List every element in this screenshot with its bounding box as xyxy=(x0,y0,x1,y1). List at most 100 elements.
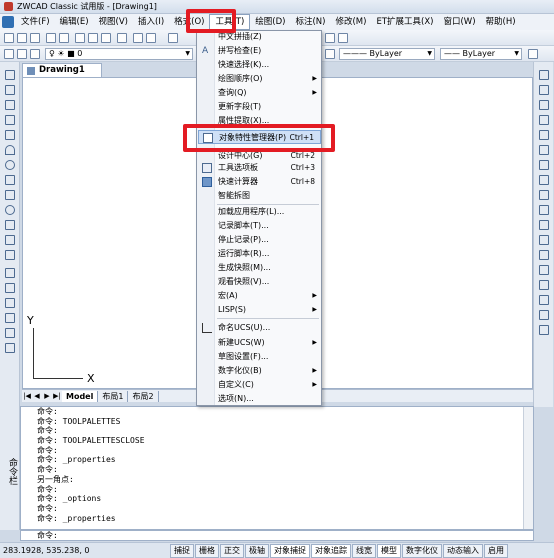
lengthen-icon[interactable] xyxy=(539,205,549,215)
cut-icon[interactable] xyxy=(75,33,85,43)
undo-dropdown-icon[interactable] xyxy=(168,33,178,43)
menu-item-draw-order[interactable]: 绘图顺序(O) ▶ xyxy=(198,72,321,86)
scale-icon[interactable] xyxy=(539,175,549,185)
document-tab[interactable]: Drawing1 xyxy=(22,63,102,77)
menu-item-digitizer[interactable]: 数字化仪(B) ▶ xyxy=(198,364,321,378)
menu-item-make-slide[interactable]: 生成快照(M)... xyxy=(198,261,321,275)
save-icon[interactable] xyxy=(30,33,40,43)
menu-help[interactable]: 帮助(H) xyxy=(481,14,521,30)
fillet-icon[interactable] xyxy=(539,310,549,320)
menu-dimension[interactable]: 标注(N) xyxy=(290,14,330,30)
array-icon[interactable] xyxy=(539,130,549,140)
open-file-icon[interactable] xyxy=(17,33,27,43)
menu-file[interactable]: 文件(F) xyxy=(16,14,55,30)
multiline-text-icon[interactable] xyxy=(5,343,15,353)
help-icon[interactable] xyxy=(338,33,348,43)
menu-item-new-ucs[interactable]: 新建UCS(W) ▶ xyxy=(198,336,321,350)
zoom-icon[interactable] xyxy=(325,33,335,43)
point-icon[interactable] xyxy=(5,268,15,278)
new-file-icon[interactable] xyxy=(4,33,14,43)
print-icon[interactable] xyxy=(46,33,56,43)
menu-item-spell-check[interactable]: A 拼写检查(E) xyxy=(198,44,321,58)
command-scrollbar[interactable] xyxy=(523,407,533,529)
undo-icon[interactable] xyxy=(133,33,143,43)
grid-toggle[interactable]: 栅格 xyxy=(195,543,219,558)
plot-style-icon[interactable] xyxy=(528,49,538,59)
linetype-dropdown[interactable]: ——— ByLayer ▼ xyxy=(339,48,435,60)
stretch-icon[interactable] xyxy=(539,190,549,200)
match-properties-icon[interactable] xyxy=(117,33,127,43)
menu-insert[interactable]: 插入(I) xyxy=(133,14,169,30)
extend-icon[interactable] xyxy=(539,235,549,245)
erase-icon[interactable] xyxy=(539,70,549,80)
menu-item-tool-palettes[interactable]: 工具选项板 Ctrl+3 xyxy=(198,161,321,175)
menu-view[interactable]: 视图(V) xyxy=(94,14,133,30)
arc-icon[interactable] xyxy=(5,145,15,155)
color-control-icon[interactable] xyxy=(325,49,335,59)
print-preview-icon[interactable] xyxy=(59,33,69,43)
menu-item-macro[interactable]: 宏(A) ▶ xyxy=(198,289,321,303)
polar-toggle[interactable]: 极轴 xyxy=(245,543,269,558)
menu-item-load-application[interactable]: 加载应用程序(L)... xyxy=(198,205,321,219)
rotate-icon[interactable] xyxy=(539,160,549,170)
copy-object-icon[interactable] xyxy=(539,85,549,95)
menu-item-named-ucs[interactable]: 命名UCS(U)... xyxy=(198,321,321,335)
next-tab-icon[interactable]: ▶ xyxy=(42,392,52,400)
break-icon[interactable] xyxy=(539,265,549,275)
layer-previous-icon[interactable] xyxy=(30,49,40,59)
layer-state-icon[interactable] xyxy=(17,49,27,59)
ellipse-icon[interactable] xyxy=(5,205,15,215)
menu-format[interactable]: 格式(O) xyxy=(169,14,209,30)
tab-model[interactable]: Model xyxy=(62,390,99,402)
chamfer-icon[interactable] xyxy=(539,295,549,305)
redo-icon[interactable] xyxy=(146,33,156,43)
menu-item-quick-select[interactable]: 快速选择(K)... xyxy=(198,58,321,72)
menu-item-chinese-input[interactable]: 中文拼插(Z) xyxy=(198,30,321,44)
menu-item-stop-recording[interactable]: 停止记录(P)... xyxy=(198,233,321,247)
last-tab-icon[interactable]: ▶| xyxy=(52,392,62,400)
break-at-point-icon[interactable] xyxy=(539,250,549,260)
dynamic-input-toggle[interactable]: 动态输入 xyxy=(443,543,483,558)
construction-line-icon[interactable] xyxy=(5,85,15,95)
join-icon[interactable] xyxy=(539,280,549,290)
model-toggle[interactable]: 模型 xyxy=(377,543,401,558)
menu-item-quick-calc[interactable]: 快速计算器 Ctrl+8 xyxy=(198,175,321,189)
menu-edit[interactable]: 编辑(E) xyxy=(55,14,94,30)
revision-cloud-icon[interactable] xyxy=(5,175,15,185)
insert-block-icon[interactable] xyxy=(5,235,15,245)
lineweight-dropdown[interactable]: —— ByLayer ▼ xyxy=(440,48,522,60)
menu-modify[interactable]: 修改(M) xyxy=(330,14,371,30)
offset-icon[interactable] xyxy=(539,115,549,125)
make-block-icon[interactable] xyxy=(5,250,15,260)
mirror-icon[interactable] xyxy=(539,100,549,110)
menu-item-smart-split[interactable]: 智能拆图 xyxy=(198,189,321,203)
menu-et-tools[interactable]: ET扩展工具(X) xyxy=(371,14,438,30)
rectangle-icon[interactable] xyxy=(5,130,15,140)
region-icon[interactable] xyxy=(5,313,15,323)
polyline-icon[interactable] xyxy=(5,100,15,110)
application-menu-icon[interactable] xyxy=(2,16,14,28)
menu-item-update-fields[interactable]: 更新字段(T) xyxy=(198,100,321,114)
osnap-toggle[interactable]: 对象捕捉 xyxy=(270,543,310,558)
circle-icon[interactable] xyxy=(5,160,15,170)
gradient-icon[interactable] xyxy=(5,298,15,308)
menu-item-view-slide[interactable]: 观看快照(V)... xyxy=(198,275,321,289)
layer-manager-icon[interactable] xyxy=(4,49,14,59)
hatch-icon[interactable] xyxy=(5,283,15,293)
first-tab-icon[interactable]: |◀ xyxy=(22,392,32,400)
paste-icon[interactable] xyxy=(101,33,111,43)
snap-toggle[interactable]: 捕捉 xyxy=(170,543,194,558)
menu-item-attribute-extract[interactable]: 属性提取(X)... xyxy=(198,114,321,128)
menu-tools[interactable]: 工具(T) xyxy=(209,14,251,30)
copy-icon[interactable] xyxy=(88,33,98,43)
explode-icon[interactable] xyxy=(539,325,549,335)
ortho-toggle[interactable]: 正交 xyxy=(220,543,244,558)
layer-dropdown[interactable]: ♀ ☀ ■ 0 ▼ xyxy=(45,48,193,60)
line-icon[interactable] xyxy=(5,70,15,80)
digitizer-toggle[interactable]: 数字化仪 xyxy=(402,543,442,558)
table-icon[interactable] xyxy=(5,328,15,338)
command-input[interactable]: 命令: xyxy=(20,530,534,541)
lineweight-toggle[interactable]: 线宽 xyxy=(352,543,376,558)
tab-layout1[interactable]: 布局1 xyxy=(98,390,129,402)
menu-window[interactable]: 窗口(W) xyxy=(438,14,480,30)
